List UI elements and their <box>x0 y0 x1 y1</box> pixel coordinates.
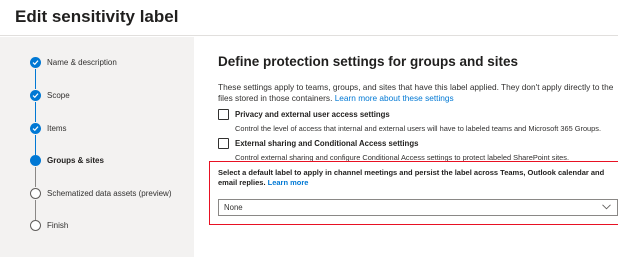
step-connector <box>35 102 36 122</box>
section-description: These settings apply to teams, groups, a… <box>218 82 614 104</box>
wizard-step-name-description[interactable]: Name & description <box>0 57 194 77</box>
wizard-step-label: Scope <box>47 91 70 100</box>
dropdown-value: None <box>224 203 243 212</box>
wizard-step-schematized-data-assets[interactable]: Schematized data assets (preview) <box>0 188 194 208</box>
default-label-dropdown[interactable]: None <box>218 199 618 216</box>
wizard-step-label: Groups & sites <box>47 156 104 165</box>
highlight-box: Select a default label to apply in chann… <box>209 161 618 225</box>
learn-more-link[interactable]: Learn more <box>268 178 309 187</box>
check-icon <box>30 90 41 101</box>
step-connector <box>35 167 36 187</box>
pending-step-circle-icon <box>30 220 41 231</box>
page-title: Edit sensitivity label <box>15 7 179 26</box>
wizard-step-scope[interactable]: Scope <box>0 90 194 110</box>
wizard-step-finish[interactable]: Finish <box>0 220 194 240</box>
option-title: Privacy and external user access setting… <box>235 110 390 119</box>
option-title: External sharing and Conditional Access … <box>235 139 419 148</box>
external-sharing-checkbox[interactable] <box>218 138 229 149</box>
main-content: Define protection settings for groups an… <box>194 37 618 257</box>
step-connector <box>35 135 36 155</box>
pending-step-circle-icon <box>30 188 41 199</box>
learn-more-settings-link[interactable]: Learn more about these settings <box>335 93 454 103</box>
step-connector <box>35 69 36 89</box>
privacy-access-checkbox[interactable] <box>218 109 229 120</box>
wizard-step-label: Finish <box>47 221 69 230</box>
current-step-dot-icon <box>30 155 41 166</box>
section-title: Define protection settings for groups an… <box>218 54 519 69</box>
privacy-access-option: Privacy and external user access setting… <box>218 109 614 135</box>
option-subtitle: Control the level of access that interna… <box>235 124 602 133</box>
step-connector <box>35 200 36 220</box>
wizard-step-label: Items <box>47 124 67 133</box>
chevron-down-icon <box>602 204 611 210</box>
page-header: Edit sensitivity label <box>0 0 618 36</box>
wizard-step-label: Schematized data assets (preview) <box>47 189 172 198</box>
check-icon <box>30 123 41 134</box>
wizard-steps: Name & description Scope Items Groups & … <box>0 37 194 257</box>
default-label-prompt: Select a default label to apply in chann… <box>218 168 613 188</box>
wizard-step-label: Name & description <box>47 58 117 67</box>
wizard-step-groups-sites[interactable]: Groups & sites <box>0 155 194 175</box>
wizard-step-items[interactable]: Items <box>0 123 194 143</box>
check-icon <box>30 57 41 68</box>
